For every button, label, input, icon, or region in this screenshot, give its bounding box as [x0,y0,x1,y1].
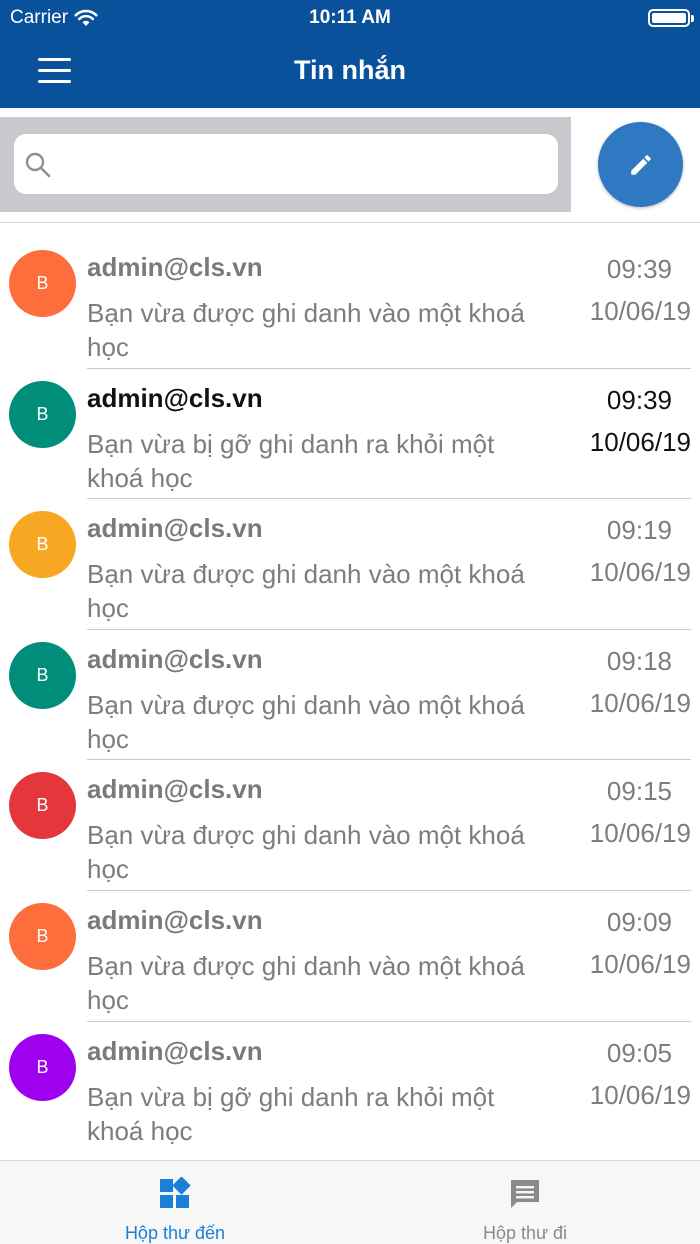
message-date: 10/06/19 [589,426,691,457]
message-sender: admin@cls.vn [87,904,263,935]
message-list: Badmin@cls.vn Bạn vừa được ghi danh vào m… [0,238,700,1152]
message-time: 09:39 [606,384,672,415]
inbox-dashboard-icon [160,1177,191,1208]
message-row[interactable]: Badmin@cls.vn Bạn vừa bị gỡ ghi danh ra k… [0,369,700,500]
message-row[interactable]: Badmin@cls.vn Bạn vừa được ghi danh vào m… [0,630,700,761]
message-time: 09:18 [606,645,672,676]
search-icon [25,152,51,178]
chat-bubble-icon [511,1180,539,1208]
message-preview: Bạn vừa được ghi danh vào một khoá học [87,559,525,624]
message-time: 09:39 [606,254,672,284]
status-bar: Carrier 10:11 AM [0,0,700,36]
message-sender: admin@cls.vn [87,252,263,282]
message-preview: Bạn vừa được ghi danh vào một khoá học [87,820,525,885]
message-preview: Bạn vừa bị gỡ ghi danh ra khỏi một khoá … [87,1081,495,1146]
navigation-bar: Tin nhắn [0,36,700,108]
message-sender: admin@cls.vn [87,774,263,805]
compose-message-button[interactable] [598,122,683,207]
tab-outbox[interactable]: Hộp thư đi [350,1161,700,1244]
avatar: B [9,902,76,970]
message-preview: Bạn vừa được ghi danh vào một khoá học [87,950,525,1015]
search-bar [0,117,571,212]
battery-icon [648,9,694,27]
message-row[interactable]: Badmin@cls.vn Bạn vừa được ghi danh vào m… [0,499,700,630]
message-time: 09:19 [606,515,672,546]
message-date: 10/06/19 [589,557,691,588]
message-time: 09:05 [606,1037,672,1068]
search-input[interactable] [14,134,558,194]
message-date: 10/06/19 [589,1079,691,1110]
message-time: 09:15 [606,776,672,807]
message-date: 10/06/19 [589,818,691,849]
message-sender: admin@cls.vn [87,513,263,544]
tab-outbox-label: Hộp thư đi [482,1223,568,1243]
message-sender: admin@cls.vn [87,382,263,413]
header-divider [0,222,700,223]
app-header: Carrier 10:11 AM Tin nhắn [0,0,700,108]
avatar: B [9,250,76,317]
tab-inbox[interactable]: Hộp thư đến [0,1161,350,1244]
message-preview: Bạn vừa bị gỡ ghi danh ra khỏi một khoá … [87,428,495,493]
message-row[interactable]: Badmin@cls.vn Bạn vừa được ghi danh vào m… [0,238,700,369]
avatar: B [9,641,76,709]
message-row[interactable]: Badmin@cls.vn Bạn vừa được ghi danh vào m… [0,891,700,1022]
avatar: B [9,380,76,448]
message-date: 10/06/19 [589,296,691,326]
message-sender: admin@cls.vn [87,643,263,674]
message-row[interactable]: Badmin@cls.vn Bạn vừa được ghi danh vào m… [0,760,700,891]
tab-inbox-label: Hộp thư đến [124,1223,226,1243]
avatar: B [9,1033,76,1101]
message-sender: admin@cls.vn [87,1035,263,1066]
message-time: 09:09 [606,906,672,937]
message-preview: Bạn vừa được ghi danh vào một khoá học [87,689,525,754]
message-row[interactable]: Badmin@cls.vn Bạn vừa bị gỡ ghi danh ra k… [0,1022,700,1153]
page-title: Tin nhắn [294,55,406,85]
message-date: 10/06/19 [589,948,691,979]
status-time: 10:11 AM [309,7,391,28]
message-date: 10/06/19 [589,687,691,718]
pencil-icon [630,154,651,175]
avatar: B [9,772,76,840]
tab-bar: Hộp thư đến Hộp thư đi [0,1160,700,1244]
avatar: B [9,511,76,579]
message-preview: Bạn vừa được ghi danh vào một khoá học [87,298,525,362]
